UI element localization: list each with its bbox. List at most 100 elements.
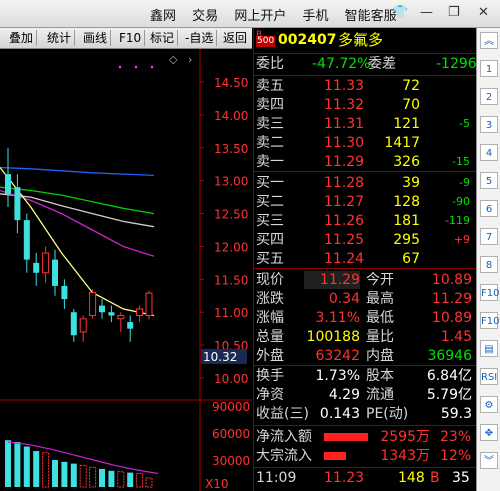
candle-body: [136, 308, 144, 317]
kline-icon[interactable]: 8: [480, 256, 498, 273]
flow-bar: [324, 433, 368, 441]
level-price: 11.24: [324, 251, 365, 267]
tick-side: B: [430, 470, 440, 486]
stat-value: 1.73%: [315, 368, 360, 384]
level-price: 11.32: [324, 97, 365, 113]
menu-open-account[interactable]: 网上开户: [234, 9, 286, 24]
level-label: 买五: [256, 251, 284, 267]
level-volume: 39: [402, 175, 420, 191]
stat-value: 3.11%: [315, 310, 360, 326]
fin-icon[interactable]: F10: [480, 312, 499, 329]
level-price: 11.25: [324, 232, 365, 248]
num3-icon[interactable]: 5: [480, 172, 498, 189]
bid-row: 买一 11.28 39 -9: [254, 174, 476, 192]
level-price: 11.28: [324, 175, 365, 191]
menu-xinwang[interactable]: 鑫网: [150, 9, 176, 24]
stat-row: 外盘 63242 内盘 36946: [254, 347, 476, 365]
close-icon[interactable]: ✕: [478, 5, 489, 20]
bid-row: 买四 11.25 295 +9: [254, 231, 476, 249]
price-tick-label: 13.00: [214, 175, 248, 189]
level-price: 11.30: [324, 135, 365, 151]
move-icon[interactable]: ✥: [480, 424, 498, 441]
level-change: -90: [452, 195, 470, 208]
candle-body: [5, 174, 11, 194]
mark-button[interactable]: 标记: [147, 30, 179, 46]
bid-row: 买五 11.24 67: [254, 250, 476, 268]
trend-icon[interactable]: 2: [480, 88, 498, 105]
draw-line-button[interactable]: 画线: [80, 30, 112, 46]
volume-bar: [89, 466, 97, 488]
gear-icon[interactable]: ⚙: [480, 396, 498, 413]
overlay-button[interactable]: 叠加: [6, 30, 38, 46]
level-label: 卖二: [256, 135, 284, 151]
f10-icon[interactable]: F10: [480, 284, 499, 301]
current-price-label: 10.32: [203, 350, 237, 364]
chart-icon[interactable]: 1: [480, 60, 498, 77]
stat-label: 股本: [366, 368, 394, 384]
menu-trade[interactable]: 交易: [192, 9, 218, 24]
stat-label: PE(动): [366, 406, 409, 422]
f10-button[interactable]: F10: [116, 30, 146, 46]
back-button[interactable]: 返回: [220, 30, 250, 46]
minimize-icon[interactable]: —: [420, 5, 433, 20]
divider: [254, 467, 476, 468]
level-label: 买三: [256, 213, 284, 229]
divider: [254, 171, 476, 172]
chevron-right-icon: ›: [188, 53, 192, 66]
level-price: 11.27: [324, 194, 365, 210]
volume-ma-line: [7, 441, 159, 475]
candle-body: [52, 259, 58, 286]
restore-icon[interactable]: ❐: [448, 5, 460, 20]
level-volume: 295: [393, 232, 420, 248]
level-change: -5: [459, 117, 470, 130]
bid-ask-ratio-row: 委比 -47.72% 委差 -1296: [254, 55, 477, 73]
volume-bar: [136, 473, 144, 488]
chevron-up-icon[interactable]: ︽: [480, 32, 498, 49]
candle-body: [23, 220, 30, 260]
price-tick-label: 14.50: [214, 76, 248, 90]
ma-marker: [118, 65, 122, 69]
stats-button[interactable]: 统计: [44, 30, 76, 46]
stat-label: 换手: [256, 368, 284, 384]
shirt-icon[interactable]: 👕: [392, 5, 408, 20]
chevron-down-icon[interactable]: ︾: [480, 452, 498, 469]
candle-body: [33, 262, 40, 273]
candle-body: [89, 291, 97, 317]
divider: [254, 425, 476, 426]
level-volume: 121: [393, 116, 420, 132]
kline-chart[interactable]: ◇ › 14.50 14.00 13.50 13.00 12.50 12.00 11.50 11.…: [0, 49, 252, 491]
stat-label: 现价: [256, 272, 284, 288]
num1-icon[interactable]: 3: [480, 116, 498, 133]
level-label: 卖四: [256, 97, 284, 113]
rsi-icon[interactable]: RSI: [480, 368, 498, 385]
volume-tick-label: 90000: [212, 400, 250, 414]
divider: [254, 268, 476, 269]
num2-icon[interactable]: 4: [480, 144, 498, 161]
grid-icon[interactable]: 7: [480, 228, 498, 245]
volume-bar: [23, 446, 30, 487]
level-price: 11.33: [324, 78, 365, 94]
list-icon[interactable]: 6: [480, 200, 498, 217]
stat-row: 涨跌 0.34 最高 11.29: [254, 290, 476, 308]
remove-watchlist-button[interactable]: -自选: [182, 30, 218, 46]
divider: [254, 53, 476, 54]
level-label: 卖一: [256, 154, 284, 170]
bid-row: 买三 11.26 181 -119: [254, 212, 476, 230]
price-tick-label: 13.50: [214, 142, 248, 156]
table-icon[interactable]: ▤: [480, 340, 498, 357]
price-tick-label: 11.50: [214, 273, 248, 287]
volume-bar: [61, 461, 68, 487]
level-label: 卖五: [256, 78, 284, 94]
top-menu: 鑫网 交易 网上开户 手机 智能客服: [150, 5, 409, 24]
stat-value: 10.89: [431, 310, 472, 326]
menu-mobile[interactable]: 手机: [302, 9, 328, 24]
tick-count: 35: [452, 470, 470, 486]
stat-value: 4.29: [328, 387, 360, 403]
ask-row: 卖五 11.33 72: [254, 77, 476, 95]
stat-value: 5.79亿: [426, 387, 472, 403]
stat-label: 今开: [366, 272, 394, 288]
ask-row: 卖二 11.30 1417: [254, 134, 476, 152]
menu-service[interactable]: 智能客服: [345, 9, 397, 24]
candle-body: [70, 312, 77, 336]
volume-bar: [42, 452, 50, 488]
